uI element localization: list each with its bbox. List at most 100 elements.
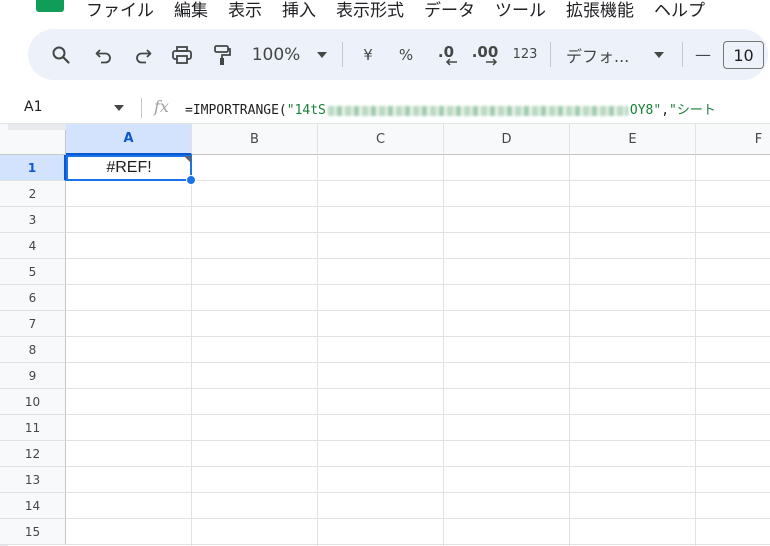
percent-format-button[interactable]: % — [393, 29, 419, 80]
row-header-3[interactable]: 3 — [0, 207, 66, 233]
row-header-15[interactable]: 15 — [0, 519, 66, 545]
toolbar-divider — [682, 42, 683, 67]
row-header-5[interactable]: 5 — [0, 259, 66, 285]
column-header-a[interactable]: A — [66, 124, 192, 155]
row-label: 12 — [24, 446, 41, 461]
number-format-button[interactable]: 123 — [509, 29, 541, 80]
font-size-input[interactable]: 10 — [723, 41, 764, 69]
menu-extensions[interactable]: 拡張機能 — [566, 0, 634, 21]
row-header-9[interactable]: 9 — [0, 363, 66, 389]
menu-view[interactable]: 表示 — [228, 0, 262, 21]
gridline — [317, 155, 318, 546]
row-header-4[interactable]: 4 — [0, 233, 66, 259]
decrease-decimal-button[interactable]: .0 — [431, 29, 461, 80]
row-label: 2 — [28, 186, 37, 201]
row-header-6[interactable]: 6 — [0, 285, 66, 311]
gridline — [66, 258, 770, 259]
row-header-13[interactable]: 13 — [0, 467, 66, 493]
row-label: 7 — [28, 316, 37, 331]
gridline — [66, 440, 770, 441]
increase-decimal-icon — [486, 58, 498, 66]
gridline — [66, 388, 770, 389]
menu-bar: ファイル 編集 表示 挿入 表示形式 データ ツール 拡張機能 ヘルプ — [0, 0, 770, 22]
undo-button[interactable] — [91, 29, 117, 80]
column-header-d[interactable]: D — [444, 124, 570, 155]
gridline — [66, 466, 770, 467]
fill-handle[interactable] — [186, 175, 196, 185]
menu-data[interactable]: データ — [424, 0, 475, 21]
row-header-10[interactable]: 10 — [0, 389, 66, 415]
name-box[interactable]: A1 — [24, 99, 42, 115]
increase-decimal-button[interactable]: .00 — [468, 29, 502, 80]
font-family-select[interactable]: デフォ... — [566, 29, 638, 80]
blurred-text — [327, 105, 628, 116]
spreadsheet-grid: A B C D E F 1 2 3 4 5 6 7 8 9 10 11 12 1… — [0, 124, 770, 546]
zoom-dropdown[interactable] — [314, 29, 330, 80]
column-header-e[interactable]: E — [570, 124, 696, 155]
select-all-corner[interactable] — [0, 124, 66, 155]
cell-area[interactable]: #REF! — [66, 155, 770, 546]
print-button[interactable] — [169, 29, 195, 80]
currency-format-button[interactable]: ¥ — [355, 29, 381, 80]
row-label: 9 — [28, 368, 37, 383]
row-header-2[interactable]: 2 — [0, 181, 66, 207]
search-icon — [52, 46, 70, 64]
error-indicator-icon[interactable] — [184, 156, 191, 163]
column-header-b[interactable]: B — [192, 124, 318, 155]
formula-prefix: =IMPORTRANGE( — [185, 103, 287, 118]
formula-arg2: "シート — [669, 103, 716, 118]
row-header-1[interactable]: 1 — [0, 155, 66, 181]
toolbar-divider — [342, 42, 343, 67]
row-header-7[interactable]: 7 — [0, 311, 66, 337]
cell-a1[interactable]: #REF! — [66, 155, 192, 181]
chevron-down-icon[interactable] — [114, 105, 124, 111]
menu-help[interactable]: ヘルプ — [654, 0, 705, 21]
row-header-8[interactable]: 8 — [0, 337, 66, 363]
zoom-value: 100% — [251, 44, 301, 65]
column-header-c[interactable]: C — [318, 124, 444, 155]
row-header-12[interactable]: 12 — [0, 441, 66, 467]
gridline — [66, 310, 770, 311]
formula-divider — [141, 98, 142, 118]
font-family-dropdown[interactable] — [651, 29, 667, 80]
zoom-select[interactable]: 100% — [250, 29, 302, 80]
column-label: F — [754, 131, 763, 147]
redo-button[interactable] — [130, 29, 156, 80]
column-label: D — [501, 131, 512, 147]
formula-arg1-start: "14tS — [286, 103, 326, 118]
dropdown-icon — [317, 51, 327, 58]
menu-tools[interactable]: ツール — [495, 0, 546, 21]
percent-label: % — [398, 45, 414, 64]
decrease-font-size-label: — — [695, 45, 711, 64]
corner-shade — [8, 124, 66, 130]
row-header-11[interactable]: 11 — [0, 415, 66, 441]
menu-items: ファイル 編集 表示 挿入 表示形式 データ ツール 拡張機能 ヘルプ — [86, 0, 725, 21]
paint-format-button[interactable] — [209, 29, 235, 80]
column-label: B — [250, 131, 259, 147]
gridline — [66, 414, 770, 415]
gridline — [66, 362, 770, 363]
search-menus-button[interactable] — [48, 29, 74, 80]
row-label: 13 — [24, 472, 41, 487]
formula-input[interactable]: =IMPORTRANGE("14tS OY8","シート — [185, 99, 770, 118]
cell-a1-value: #REF! — [106, 159, 152, 176]
gridline — [66, 336, 770, 337]
undo-icon — [95, 48, 111, 63]
gridline — [695, 155, 696, 546]
decrease-font-size-button[interactable]: — — [692, 29, 714, 80]
row-label: 8 — [28, 342, 37, 357]
gridline — [66, 206, 770, 207]
row-label: 3 — [28, 212, 37, 227]
menu-format[interactable]: 表示形式 — [336, 0, 404, 21]
menu-edit[interactable]: 編集 — [174, 0, 208, 21]
print-icon — [172, 45, 192, 64]
gridline — [443, 155, 444, 546]
row-header-14[interactable]: 14 — [0, 493, 66, 519]
gridline — [66, 284, 770, 285]
row-label: 4 — [28, 238, 37, 253]
row-label: 15 — [24, 524, 41, 539]
menu-insert[interactable]: 挿入 — [282, 0, 316, 21]
sheets-logo[interactable] — [36, 0, 64, 12]
menu-file[interactable]: ファイル — [86, 0, 154, 21]
column-header-f[interactable]: F — [696, 124, 770, 155]
